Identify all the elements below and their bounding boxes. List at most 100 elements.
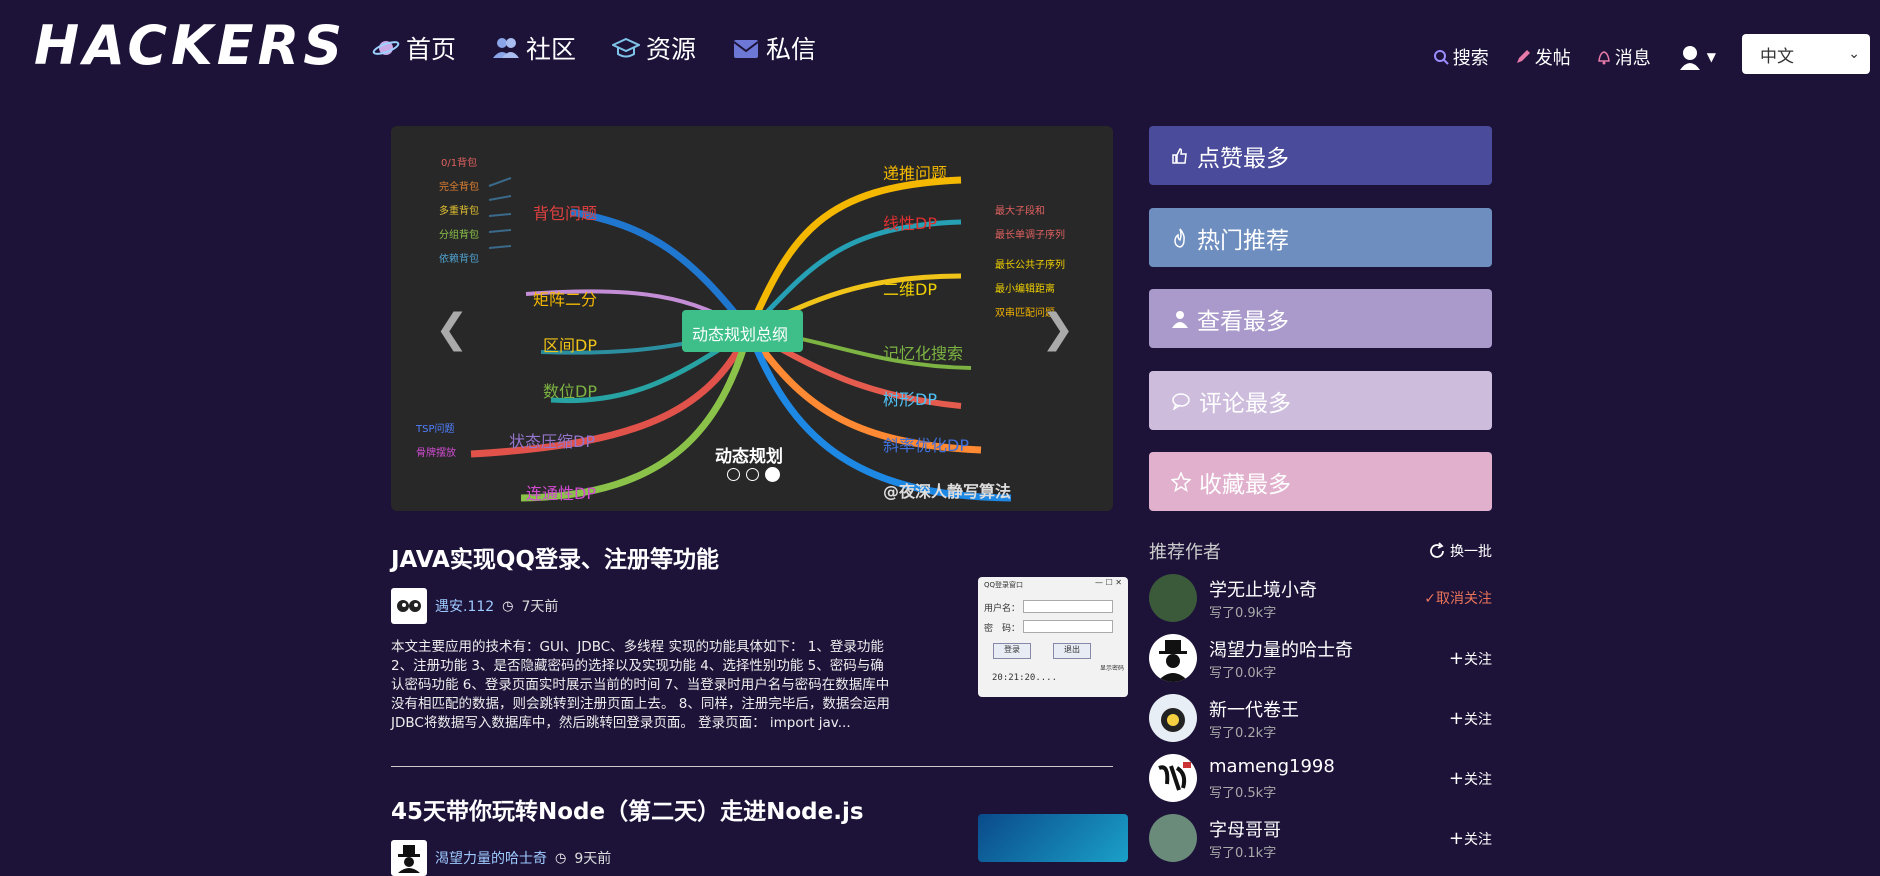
- thumb-pwd-field: [1023, 620, 1113, 633]
- mindmap-leaf: TSP问题: [416, 424, 455, 435]
- author-name[interactable]: 字母哥哥: [1209, 816, 1281, 842]
- avatar[interactable]: [1149, 814, 1197, 862]
- follow-label: 关注: [1464, 772, 1492, 788]
- article-title[interactable]: JAVA实现QQ登录、注册等功能: [391, 540, 1113, 574]
- author-name[interactable]: 新一代卷王: [1209, 696, 1299, 722]
- fire-icon: [1174, 228, 1185, 248]
- mindmap-leaf: 完全背包: [439, 182, 479, 193]
- article-thumbnail[interactable]: [978, 814, 1128, 862]
- nav-community[interactable]: 社区: [492, 30, 576, 66]
- author-name[interactable]: 渴望力量的哈士奇: [1209, 636, 1353, 662]
- nav-messages[interactable]: 私信: [732, 30, 816, 66]
- nav-resources[interactable]: 资源: [612, 30, 696, 66]
- avatar[interactable]: [1149, 694, 1197, 742]
- recommend-title: 推荐作者: [1149, 542, 1221, 563]
- most-favorited-button[interactable]: 收藏最多: [1149, 452, 1492, 511]
- user-menu[interactable]: ▼: [1677, 44, 1716, 70]
- thumb-clock: 20:21:20....: [992, 673, 1058, 683]
- article-card[interactable]: JAVA实现QQ登录、注册等功能 遇安.112 ◷ 7天前 本文主要应用的技术有…: [391, 540, 1128, 733]
- author-avatar[interactable]: [391, 840, 427, 876]
- article-card[interactable]: 45天带你玩转Node（第二天）走进Node.js 渴望力量的哈士奇 ◷ 9天前: [391, 792, 1128, 876]
- article-excerpt: 本文主要应用的技术有：GUI、JDBC、多线程 实现的功能具体如下： 1、登录功…: [391, 639, 890, 731]
- nav-resources-label: 资源: [646, 35, 697, 64]
- most-favorited-label: 收藏最多: [1199, 471, 1291, 498]
- mindmap-leaf: 最长单调子序列: [995, 230, 1065, 241]
- carousel-next-arrow[interactable]: ❯: [1041, 306, 1075, 352]
- plus-icon: +: [1448, 828, 1464, 849]
- most-commented-button[interactable]: 评论最多: [1149, 371, 1492, 430]
- mindmap-node: 斜率优化DP: [883, 436, 969, 455]
- author-name[interactable]: 学无止境小奇: [1209, 576, 1317, 602]
- mindmap-caption: 动态规划: [715, 447, 783, 467]
- avatar[interactable]: [1149, 634, 1197, 682]
- clock-icon: ◷: [555, 850, 567, 866]
- thumb-login-btn: 登录: [993, 643, 1031, 659]
- most-viewed-label: 查看最多: [1197, 308, 1289, 335]
- follow-button[interactable]: +关注: [1449, 828, 1492, 849]
- refresh-label: 换一批: [1450, 544, 1492, 560]
- hat-silhouette-icon: [1157, 640, 1189, 682]
- article-thumbnail[interactable]: QQ登录窗口 — ☐ ✕ 用户名： 密 码： 登录 退出 显示密码 20:21:…: [978, 577, 1128, 697]
- mindmap-node: 矩阵二分: [533, 290, 598, 309]
- plus-icon: +: [1448, 768, 1464, 789]
- header-actions: 搜索 发帖 消息 ▼ 中文 ⌄: [1433, 34, 1870, 74]
- unfollow-button[interactable]: ✓取消关注: [1424, 588, 1492, 608]
- follow-button[interactable]: +关注: [1449, 768, 1492, 789]
- post-link[interactable]: 发帖: [1515, 44, 1571, 70]
- post-time: 9天前: [574, 851, 612, 867]
- post-label: 发帖: [1534, 48, 1571, 69]
- mail-icon: [733, 40, 759, 58]
- thumbs-up-icon: [1172, 147, 1187, 164]
- most-commented-label: 评论最多: [1199, 390, 1291, 417]
- language-select[interactable]: 中文 ⌄: [1742, 34, 1870, 74]
- hat-silhouette-icon: [398, 845, 420, 873]
- hot-recommend-button[interactable]: 热门推荐: [1149, 208, 1492, 267]
- carousel-prev-arrow[interactable]: ❮: [435, 306, 469, 352]
- avatar[interactable]: [1149, 574, 1197, 622]
- refresh-icon: [1430, 542, 1444, 558]
- carousel-dot-active[interactable]: [765, 467, 780, 482]
- featured-carousel[interactable]: 动态规划总纲 背包问题 矩阵二分 区间DP 数位DP 状态压缩DP 连通性DP …: [391, 126, 1113, 511]
- refresh-button[interactable]: 换一批: [1428, 541, 1492, 561]
- search-label: 搜索: [1452, 48, 1489, 69]
- nav-home[interactable]: 首页: [372, 30, 456, 66]
- carousel-dot[interactable]: [746, 468, 759, 481]
- most-viewed-button[interactable]: 查看最多: [1149, 289, 1492, 348]
- author-word-count: 写了0.0k字: [1209, 666, 1277, 681]
- mindmap-leaf: 骨牌摆放: [416, 448, 456, 459]
- most-liked-button[interactable]: 点赞最多: [1149, 126, 1492, 185]
- site-logo[interactable]: HACKERS: [34, 14, 346, 77]
- search-link[interactable]: 搜索: [1433, 44, 1489, 70]
- follow-button[interactable]: +关注: [1449, 708, 1492, 729]
- messages-link[interactable]: 消息: [1597, 44, 1651, 70]
- search-icon: [1433, 50, 1449, 65]
- mindmap-node: 数位DP: [543, 382, 597, 401]
- thumb-user-label: 用户名：: [984, 604, 1021, 614]
- carousel-dot[interactable]: [727, 468, 740, 481]
- author-link[interactable]: 渴望力量的哈士奇: [435, 848, 547, 868]
- thumb-exit-btn: 退出: [1053, 643, 1091, 659]
- users-icon: [493, 38, 520, 58]
- author-link[interactable]: 遇安.112: [435, 596, 494, 616]
- nav-community-label: 社区: [526, 35, 577, 64]
- mindmap-leaf: 最大子段和: [995, 206, 1045, 217]
- mindmap-node: 区间DP: [543, 336, 597, 355]
- author-name[interactable]: mameng1998: [1209, 756, 1335, 777]
- mindmap-leaf: 多重背包: [439, 206, 479, 217]
- follow-button[interactable]: +关注: [1449, 648, 1492, 669]
- cartoon-face-icon: [397, 600, 421, 612]
- mindmap-center: 动态规划总纲: [692, 325, 789, 344]
- comment-icon: [1172, 392, 1190, 410]
- mindmap-node: 状态压缩DP: [509, 432, 595, 451]
- main-nav: 首页 社区 资源 私信: [372, 30, 816, 66]
- author-avatar[interactable]: [391, 588, 427, 624]
- mindmap-node: 树形DP: [883, 390, 937, 409]
- mindmap-leaf: 最长公共子序列: [995, 260, 1065, 271]
- avatar[interactable]: [1149, 754, 1197, 802]
- user-icon: [1172, 310, 1188, 328]
- avatar: [1677, 44, 1703, 70]
- recommend-header: 推荐作者 换一批: [1149, 538, 1492, 564]
- author-row: 字母哥哥 写了0.1k字 +关注: [1149, 814, 1492, 864]
- thumb-pwd-label: 密 码：: [984, 624, 1021, 634]
- user-avatar-icon: [1679, 46, 1700, 70]
